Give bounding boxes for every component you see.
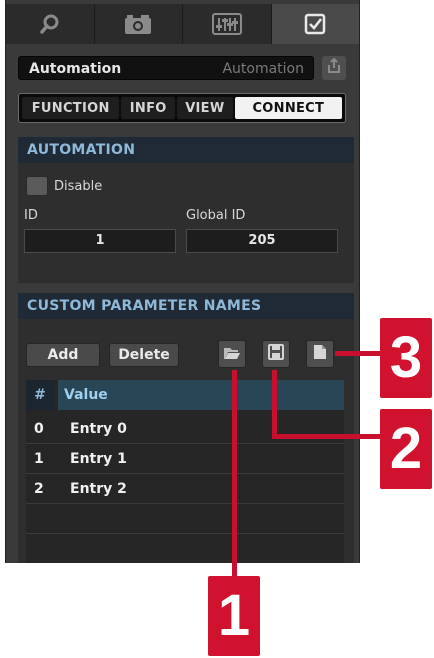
subtab-function[interactable]: FUNCTION [22, 97, 120, 119]
search-icon [39, 13, 61, 35]
add-button[interactable]: Add [26, 343, 100, 367]
export-icon [327, 57, 341, 78]
mixer-sliders-icon [211, 13, 242, 35]
row-value: Entry 2 [70, 481, 127, 497]
top-tabs [6, 4, 359, 44]
row-value: Entry 1 [70, 451, 127, 467]
disable-label: Disable [54, 179, 103, 194]
row-num: 0 [34, 421, 44, 437]
row-value: Entry 0 [70, 421, 127, 437]
delete-button[interactable]: Delete [109, 343, 179, 367]
page-subtabs: FUNCTION INFO VIEW CONNECT [18, 93, 346, 123]
table-row-empty[interactable] [26, 504, 344, 534]
folder-open-icon [223, 345, 241, 364]
new-file-button[interactable] [306, 340, 334, 368]
table-row-empty[interactable] [26, 534, 344, 563]
table-row[interactable]: 1 Entry 1 [26, 444, 344, 474]
camera-icon [123, 13, 153, 35]
callout-2-line-vertical [272, 370, 277, 437]
disable-checkbox[interactable] [26, 176, 48, 196]
name-field[interactable]: Automation Automation [18, 56, 314, 80]
column-header-num: # [26, 380, 54, 410]
global-id-field[interactable]: 205 [186, 229, 338, 253]
tab-mixer[interactable] [183, 4, 272, 44]
name-placeholder: Automation [222, 61, 304, 77]
document-icon [313, 344, 327, 364]
name-value: Automation [29, 61, 122, 77]
callout-1-line [232, 370, 237, 582]
subtab-info[interactable]: INFO [121, 97, 176, 119]
automation-header: AUTOMATION [18, 137, 354, 163]
callout-3-line [335, 351, 385, 356]
table-row[interactable]: 0 Entry 0 [26, 414, 344, 444]
column-header-value: Value [58, 380, 344, 410]
tab-search[interactable] [6, 4, 95, 44]
table-header: # Value [26, 380, 344, 410]
table-row[interactable]: 2 Entry 2 [26, 474, 344, 504]
tab-pictures[interactable] [94, 4, 183, 44]
row-num: 1 [34, 451, 44, 467]
open-button[interactable] [218, 340, 246, 368]
checkbox-icon [304, 13, 326, 35]
id-label: ID [24, 208, 38, 223]
export-button[interactable] [322, 56, 346, 80]
callout-1-badge: 1 [208, 576, 260, 656]
floppy-disk-icon [268, 344, 284, 364]
global-id-label: Global ID [186, 208, 246, 223]
callout-2-badge: 2 [380, 409, 432, 489]
id-field[interactable]: 1 [24, 229, 176, 253]
save-button[interactable] [262, 340, 290, 368]
subtab-connect[interactable]: CONNECT [234, 97, 342, 119]
inspector-panel: Automation Automation FUNCTION INFO VIEW… [5, 0, 360, 563]
tab-properties[interactable] [271, 4, 359, 44]
row-num: 2 [34, 481, 44, 497]
param-names-table: # Value 0 Entry 0 1 Entry 1 2 Entry 2 [26, 380, 344, 563]
subtab-view[interactable]: VIEW [177, 97, 233, 119]
callout-3-badge: 3 [380, 318, 432, 398]
custom-names-header: CUSTOM PARAMETER NAMES [18, 293, 354, 319]
callout-2-line-horizontal [272, 434, 384, 439]
